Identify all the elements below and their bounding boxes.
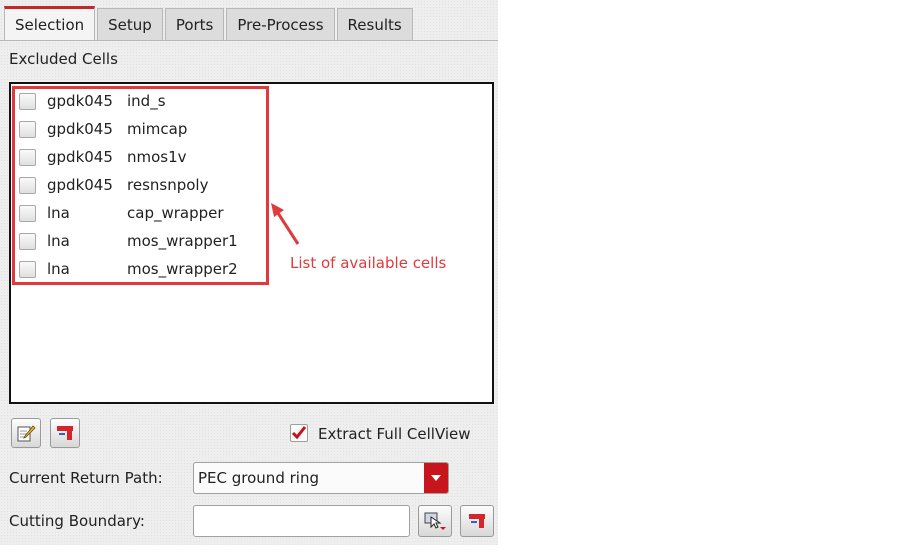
clear-red-icon bbox=[57, 426, 73, 440]
tab-ports[interactable]: Ports bbox=[164, 8, 225, 40]
extract-full-cellview-label: Extract Full CellView bbox=[318, 425, 471, 443]
edit-pencil-icon bbox=[17, 425, 36, 442]
excluded-cells-label: Excluded Cells bbox=[9, 50, 118, 68]
clear-boundary-button[interactable] bbox=[460, 505, 494, 537]
cutting-boundary-label: Cutting Boundary: bbox=[9, 512, 145, 530]
tab-results[interactable]: Results bbox=[336, 8, 413, 40]
return-path-select[interactable]: PEC ground ring bbox=[193, 462, 449, 494]
return-path-label: Current Return Path: bbox=[9, 469, 163, 487]
available-cells-highlight bbox=[12, 86, 269, 285]
checkmark-icon bbox=[291, 426, 307, 440]
cutting-boundary-input[interactable] bbox=[193, 505, 410, 537]
return-path-value: PEC ground ring bbox=[198, 469, 319, 487]
clear-red-icon bbox=[469, 514, 485, 528]
clear-button[interactable] bbox=[50, 418, 80, 448]
dropdown-arrow[interactable] bbox=[424, 463, 448, 493]
tab-bar: Selection Setup Ports Pre-Process Result… bbox=[4, 6, 415, 40]
extract-full-cellview-checkbox[interactable] bbox=[290, 424, 308, 442]
annotation-text: List of available cells bbox=[290, 254, 447, 272]
annotation-arrow-icon bbox=[271, 203, 300, 245]
tab-divider bbox=[0, 40, 498, 41]
edit-button[interactable] bbox=[11, 418, 41, 448]
select-boundary-button[interactable] bbox=[418, 505, 452, 537]
tab-pre-process[interactable]: Pre-Process bbox=[226, 8, 335, 40]
tab-setup[interactable]: Setup bbox=[97, 8, 163, 40]
select-tool-icon bbox=[424, 512, 446, 530]
chevron-down-icon bbox=[431, 475, 441, 481]
tab-selection[interactable]: Selection bbox=[4, 6, 96, 40]
